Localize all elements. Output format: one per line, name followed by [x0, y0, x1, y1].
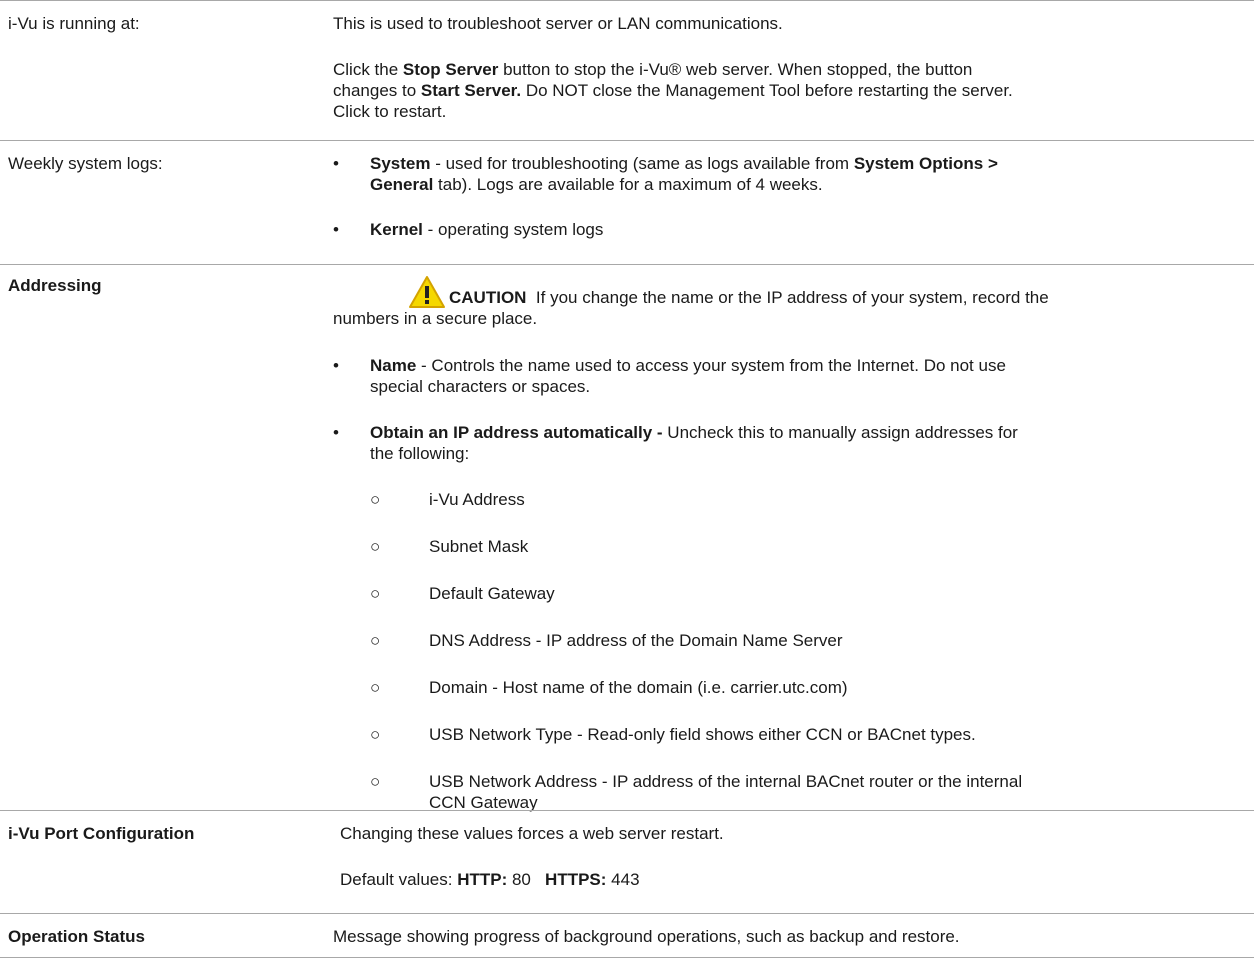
obtain-ip-term: Obtain an IP address automatically -	[370, 423, 663, 442]
sub-bullet: ○	[370, 537, 381, 556]
general-tab-term: General	[370, 175, 434, 194]
stop-server-term: Stop Server	[402, 60, 499, 79]
row-label-operation-status: Operation Status	[8, 927, 145, 946]
caution-line-2: numbers in a secure place.	[333, 309, 538, 328]
running-at-paragraph-2: Click the Stop Server button to stop the…	[333, 60, 973, 79]
kernel-term: Kernel	[370, 220, 423, 239]
sub-bullet: ○	[370, 490, 381, 509]
name-term: Name	[370, 356, 417, 375]
addressing-item-obtain-ip: Obtain an IP address automatically - Unc…	[370, 423, 1018, 463]
bullet-obtain-ip: •	[333, 423, 339, 442]
sub-item-usb-network-address: USB Network Address - IP address of the …	[429, 772, 1023, 812]
https-value: 443	[606, 870, 640, 889]
row-label-running-at: i-Vu is running at:	[8, 14, 140, 33]
start-server-term: Start Server.	[420, 81, 522, 100]
sub-bullet: ○	[370, 678, 381, 697]
sub-item-ivu-address: i-Vu Address	[429, 490, 525, 509]
caution-line-1: CAUTION If you change the name or the IP…	[449, 288, 1049, 307]
row-addressing: Addressing CAUTION If you change the nam…	[0, 264, 1254, 812]
log-item-kernel: Kernel - operating system logs	[370, 220, 604, 239]
warning-triangle-icon	[409, 276, 445, 308]
http-label: HTTP:	[457, 870, 508, 889]
running-at-paragraph-2-line-3: Click to restart.	[333, 102, 447, 121]
row-port-configuration: i-Vu Port Configuration Changing these v…	[0, 810, 1254, 914]
sub-bullet: ○	[370, 631, 381, 650]
operation-status-paragraph: Message showing progress of background o…	[333, 927, 960, 946]
http-value: 80	[507, 870, 546, 889]
addressing-item-name: Name - Controls the name used to access …	[370, 356, 1006, 396]
row-running-at: i-Vu is running at: This is used to trou…	[0, 0, 1254, 141]
row-label-weekly-logs: Weekly system logs:	[8, 154, 163, 173]
sub-item-domain: Domain - Host name of the domain (i.e. c…	[429, 678, 848, 697]
sub-bullet: ○	[370, 725, 381, 744]
sub-item-usb-network-type: USB Network Type - Read-only field shows…	[429, 725, 976, 744]
port-default-values: Default values: HTTP: 80 HTTPS: 443	[340, 870, 640, 889]
https-label: HTTPS:	[545, 870, 607, 889]
caution-label: CAUTION	[449, 288, 527, 307]
bullet-kernel: •	[333, 220, 339, 239]
port-paragraph-1: Changing these values forces a web serve…	[340, 824, 724, 843]
row-operation-status: Operation Status Message showing progres…	[0, 913, 1254, 958]
running-at-paragraph-2-line-2: changes to Start Server. Do NOT close th…	[333, 81, 1013, 100]
system-term: System	[370, 154, 431, 173]
running-at-paragraph-1: This is used to troubleshoot server or L…	[333, 14, 783, 33]
bullet-name: •	[333, 356, 339, 375]
sub-bullet: ○	[370, 584, 381, 603]
sub-item-default-gateway: Default Gateway	[429, 584, 555, 603]
sub-item-dns-address: DNS Address - IP address of the Domain N…	[429, 631, 843, 650]
row-label-addressing: Addressing	[8, 276, 102, 295]
row-label-port-configuration: i-Vu Port Configuration	[8, 824, 195, 843]
bullet-system: •	[333, 154, 339, 173]
log-item-system: System - used for troubleshooting (same …	[370, 154, 998, 194]
system-options-term: System Options >	[853, 154, 998, 173]
row-weekly-logs: Weekly system logs: • System - used for …	[0, 140, 1254, 265]
sub-bullet: ○	[370, 772, 381, 791]
sub-item-subnet-mask: Subnet Mask	[429, 537, 529, 556]
